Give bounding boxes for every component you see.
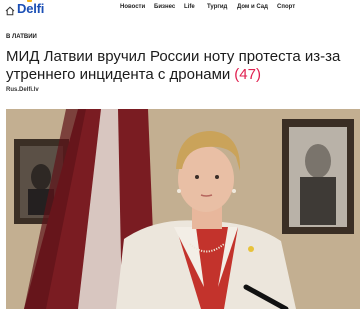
section-label[interactable]: В ЛАТВИИ	[6, 34, 37, 40]
nav-item-news[interactable]: Новости	[120, 4, 145, 10]
nav-item-business[interactable]: Бизнес	[154, 4, 175, 10]
main-nav: Новости Бизнес Life Тургид Дом и Сад Спо…	[0, 4, 360, 14]
comments-count[interactable]: (47)	[234, 66, 261, 83]
article-title: МИД Латвии вручил России ноту протеста и…	[6, 48, 354, 84]
nav-item-turgid[interactable]: Тургид	[207, 4, 227, 10]
article-photo	[6, 109, 360, 309]
article-source[interactable]: Rus.Delfi.lv	[6, 87, 39, 93]
article-title-text: МИД Латвии вручил России ноту протеста и…	[6, 48, 341, 83]
nav-item-home-garden[interactable]: Дом и Сад	[237, 4, 268, 10]
logo-dot	[27, 0, 33, 2]
nav-item-life[interactable]: Life	[184, 4, 195, 10]
top-navigation: D e lfi Новости Бизнес Life Тургид Дом и…	[0, 0, 360, 18]
nav-item-sport[interactable]: Спорт	[277, 4, 295, 10]
